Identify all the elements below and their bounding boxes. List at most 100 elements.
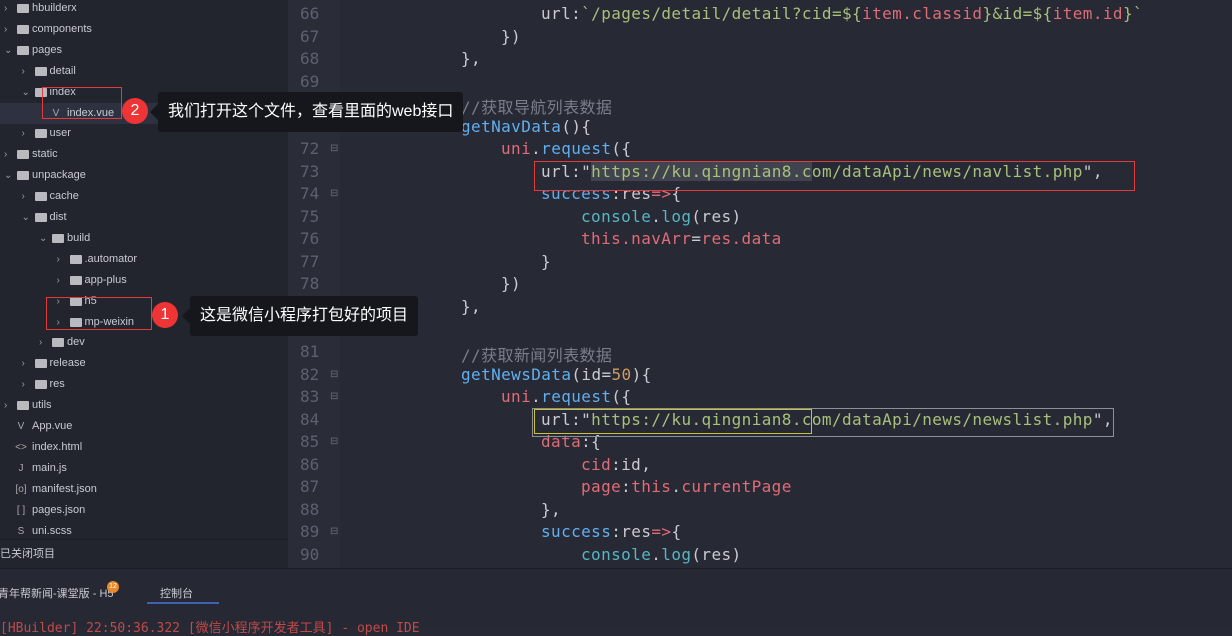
chevron-right-icon[interactable]: › [4,19,14,40]
tree-item-manifest-json[interactable]: [o] manifest.json [0,479,288,500]
tree-item-label: static [32,148,58,161]
tree-item-index-html[interactable]: <> index.html [0,437,288,458]
tree-item-detail[interactable]: › detail [0,61,288,82]
vue-file-icon: V [17,421,25,432]
code-line: getNavData(){ [461,117,591,136]
selection-box-newslist-url [534,409,812,434]
tree-item-label: dist [49,211,67,223]
tree-item-label: App.vue [32,420,73,432]
code-token: (id= [571,364,612,384]
code-line: }) [501,274,521,293]
tree-item-automator[interactable]: › .automator [0,249,288,270]
tree-item-label: main.js [32,461,67,474]
code-token: success [541,522,612,542]
fold-icon[interactable]: ⊟ [330,391,338,402]
code-token: = [691,229,702,249]
code-line: uni.request({ [501,139,631,158]
tree-item-utils[interactable]: › utils [0,395,288,416]
chevron-down-icon[interactable]: ⌄ [22,82,32,103]
code-line: page:this.currentPage [581,477,792,496]
tree-item-static[interactable]: › static [0,144,288,165]
tree-item-res[interactable]: › res [0,374,288,395]
chevron-right-icon[interactable]: › [22,374,32,395]
fold-icon[interactable]: ⊟ [330,526,338,537]
folder-icon [17,401,29,411]
chevron-down-icon[interactable]: ⌄ [4,40,14,61]
line-number: 73 [300,161,320,181]
code-token: request [541,139,612,159]
folder-icon [34,380,47,390]
line-number: 84 [300,409,320,429]
code-line: //获取新闻列表数据 [461,342,612,366]
chevron-right-icon[interactable]: › [22,353,32,374]
fold-icon[interactable]: ⊟ [330,369,338,380]
code-token: ({ [611,139,632,159]
tree-item-hbuilderx[interactable]: › hbuilderx [0,0,288,19]
folder-icon [34,359,47,369]
chevron-right-icon[interactable]: › [22,123,32,144]
code-token: . [651,544,662,564]
line-number: 68 [300,49,320,69]
tree-item-pages[interactable]: ⌄ pages [0,40,288,61]
tree-item-label: manifest.json [32,482,97,495]
folder-icon [34,192,47,202]
chevron-right-icon[interactable]: › [57,249,67,270]
chevron-right-icon[interactable]: › [4,0,14,19]
folder-icon [69,275,82,285]
code-token: }) [501,26,522,46]
tree-item-label: hbuilderx [32,2,77,14]
line-number: 87 [300,477,320,497]
tree-item-label: res [49,378,65,391]
tree-item-label: pages [32,43,62,56]
tree-item-cache[interactable]: › cache [0,186,288,207]
code-token: //获取导航列表数据 [461,98,613,118]
code-token: => [651,522,672,542]
code-line: uni.request({ [501,387,631,406]
tab-console[interactable]: 控制台 [160,585,193,601]
code-token: item.classid [862,4,983,23]
code-token: currentPage [681,477,792,497]
code-token: . [531,139,542,159]
tree-item-main-js[interactable]: Jmain.js [0,458,288,479]
line-number: 66 [300,4,320,23]
tree-item-label: .automator [84,252,138,265]
code-token: console [581,206,652,226]
tree-item-release[interactable]: › release [0,353,288,374]
chevron-right-icon[interactable]: › [4,395,14,416]
code-token: : [621,477,632,497]
code-token: `/pages/detail/detail?cid=${ [581,4,863,23]
chevron-right-icon[interactable]: › [22,61,32,82]
chevron-right-icon[interactable]: › [57,270,67,291]
tree-item-label: pages.json [32,503,86,516]
tree-item-pages-json[interactable]: [ ] pages.json [0,500,288,521]
chevron-down-icon[interactable]: ⌄ [22,207,32,228]
tree-item-label: detail [49,64,76,77]
code-token: getNewsData [461,364,572,384]
tree-item-app-plus[interactable]: › app-plus [0,270,288,291]
chevron-down-icon[interactable]: ⌄ [39,228,49,249]
fold-icon[interactable]: ⊟ [330,188,338,199]
chevron-down-icon[interactable]: ⌄ [4,165,14,186]
line-number: 82 [300,364,320,384]
divider [0,539,288,540]
tree-item-label: app-plus [84,273,127,286]
chevron-right-icon[interactable]: › [39,332,49,353]
tree-item-label: user [49,127,71,140]
tab-project-run[interactable]: 青年帮新闻-课堂版 - H5 [0,585,114,601]
fold-icon[interactable]: ⊟ [330,436,338,447]
code-token: (res) [691,206,742,226]
line-number: 75 [300,206,320,226]
folder-icon [34,213,47,222]
chevron-right-icon[interactable]: › [4,144,14,165]
folder-icon [34,129,47,139]
tree-item-App-vue[interactable]: V App.vue [0,416,288,437]
code-token: }` [1122,4,1144,23]
tree-item-components[interactable]: › components [0,19,288,40]
fold-icon[interactable]: ⊟ [330,143,338,154]
tree-item-dist[interactable]: ⌄ dist [0,207,288,228]
chevron-right-icon[interactable]: › [22,186,32,207]
tree-item-build[interactable]: ⌄ build [0,228,288,249]
tree-item-unpackage[interactable]: ⌄ unpackage [0,165,288,186]
closed-projects[interactable]: 已关闭项目 [0,545,55,561]
code-line: }, [461,49,481,68]
